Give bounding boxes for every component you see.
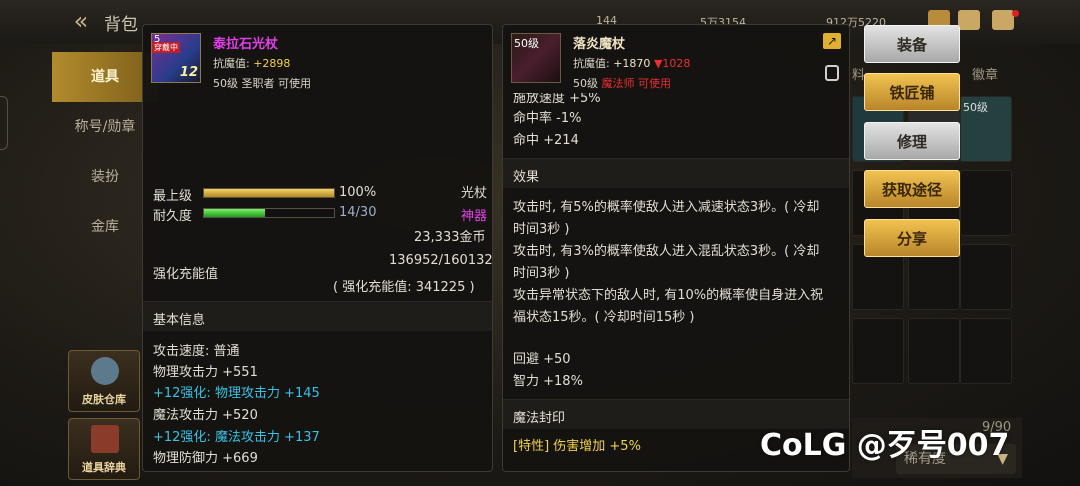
- notification-dot: [1012, 10, 1019, 17]
- weapon-type: 光杖: [461, 186, 488, 201]
- anti-magic-line: 抗魔值: +2898: [213, 57, 291, 70]
- share-export-icon[interactable]: ↗: [823, 33, 841, 49]
- obtain-source-button[interactable]: 获取途径: [864, 170, 960, 208]
- charge-sub: ( 强化充能值: 341225 ): [333, 280, 475, 295]
- charge-value: 136952/160132: [389, 253, 493, 268]
- charge-label: 强化充能值: [153, 267, 219, 282]
- stat-line-1: 物理攻击力 +551: [153, 365, 258, 380]
- intelligence-line: 智力 +18%: [513, 374, 583, 389]
- left-edge-handle[interactable]: [0, 96, 8, 150]
- reinforce-level: 12: [179, 65, 198, 80]
- level-requirement: 50级 圣职者 可使用: [213, 77, 311, 90]
- seal-line: [特性] 伤害增加 +5%: [513, 439, 641, 454]
- compare-item-tooltip: 50级 落炎魔杖 抗魔值: +1870 ▼1028 50级 魔法师 可使用 ↗ …: [502, 24, 850, 472]
- basic-info-header: 基本信息: [143, 301, 492, 331]
- lock-icon[interactable]: [825, 65, 839, 81]
- stat-line-0: 攻击速度: 普通: [153, 344, 240, 359]
- durability-value: 14/30: [339, 205, 377, 220]
- stat-line-5: 物理防御力 +669: [153, 451, 258, 466]
- inventory-slot[interactable]: [908, 318, 960, 384]
- hit-rate-line: 命中率 -1%: [513, 111, 582, 126]
- back-arrow-icon[interactable]: «: [66, 8, 96, 34]
- effect-line-4: 攻击异常状态下的敌人时, 有10%的概率使自身进入祝: [513, 288, 824, 303]
- share-button[interactable]: 分享: [864, 219, 960, 257]
- anti-magic-line: 抗魔值: +1870 ▼1028: [573, 57, 691, 70]
- max-level-fill: [204, 189, 334, 197]
- effect-header: 效果: [503, 158, 849, 188]
- inventory-slot[interactable]: [960, 244, 1012, 310]
- max-level-value: 100%: [339, 185, 377, 200]
- item-price: 23,333金币: [414, 230, 486, 245]
- hit-line: 命中 +214: [513, 133, 579, 148]
- durability-label: 耐久度: [153, 209, 193, 224]
- stat-line-2: +12强化: 物理攻击力 +145: [153, 386, 320, 401]
- chat-icon[interactable]: [992, 10, 1014, 30]
- watermark: CoLG @歹号007: [760, 428, 1010, 463]
- item-name: 泰拉石光杖: [213, 37, 279, 52]
- effect-line-0: 攻击时, 有5%的概率使敌人进入减速状态3秒。( 冷却: [513, 200, 820, 215]
- item-name: 落炎魔杖: [573, 37, 626, 52]
- inventory-slot[interactable]: 50级: [960, 96, 1012, 162]
- rarity-label: 神器: [461, 209, 488, 224]
- skin-storage-button[interactable]: 皮肤仓库: [68, 350, 140, 412]
- item-icon-light-staff: 5 穿戴中 12: [151, 33, 201, 83]
- evade-line: 回避 +50: [513, 352, 571, 367]
- skin-storage-icon: [91, 357, 119, 385]
- effect-line-5: 福状态15秒。( 冷却时间15秒 ): [513, 310, 695, 325]
- effect-line-2: 攻击时, 有3%的概率使敌人进入混乱状态3秒。( 冷却: [513, 244, 820, 259]
- page-title: 背包: [104, 15, 138, 35]
- item-level-tag: 50级: [514, 37, 539, 50]
- durability-fill: [204, 209, 265, 217]
- inventory-slot[interactable]: [960, 170, 1012, 236]
- equipped-item-tooltip: 5 穿戴中 12 泰拉石光杖 抗魔值: +2898 50级 圣职者 可使用 最上…: [142, 24, 493, 472]
- stat-line-3: 魔法攻击力 +520: [153, 408, 258, 423]
- inventory-slot[interactable]: [960, 318, 1012, 384]
- effect-line-3: 时间3秒 ): [513, 266, 570, 281]
- stat-line-4: +12强化: 魔法攻击力 +137: [153, 430, 320, 445]
- blacksmith-button[interactable]: 铁匠铺: [864, 73, 960, 111]
- inventory-slot[interactable]: [852, 318, 904, 384]
- item-icon-flame-staff: 50级: [511, 33, 561, 83]
- equipped-tag: 穿戴中: [152, 42, 180, 53]
- book-icon: [91, 425, 119, 453]
- max-level-label: 最上级: [153, 189, 193, 204]
- slot-level: 50级: [963, 101, 988, 114]
- max-level-bar: [203, 188, 335, 198]
- equip-button[interactable]: 装备: [864, 25, 960, 63]
- level-requirement: 50级 魔法师 可使用: [573, 77, 671, 90]
- repair-button[interactable]: 修理: [864, 122, 960, 160]
- effect-line-1: 时间3秒 ): [513, 222, 570, 237]
- durability-bar: [203, 208, 335, 218]
- mail-icon[interactable]: [958, 10, 980, 30]
- tab-emblem[interactable]: 徽章: [972, 64, 998, 83]
- item-dictionary-button[interactable]: 道具辞典: [68, 418, 140, 480]
